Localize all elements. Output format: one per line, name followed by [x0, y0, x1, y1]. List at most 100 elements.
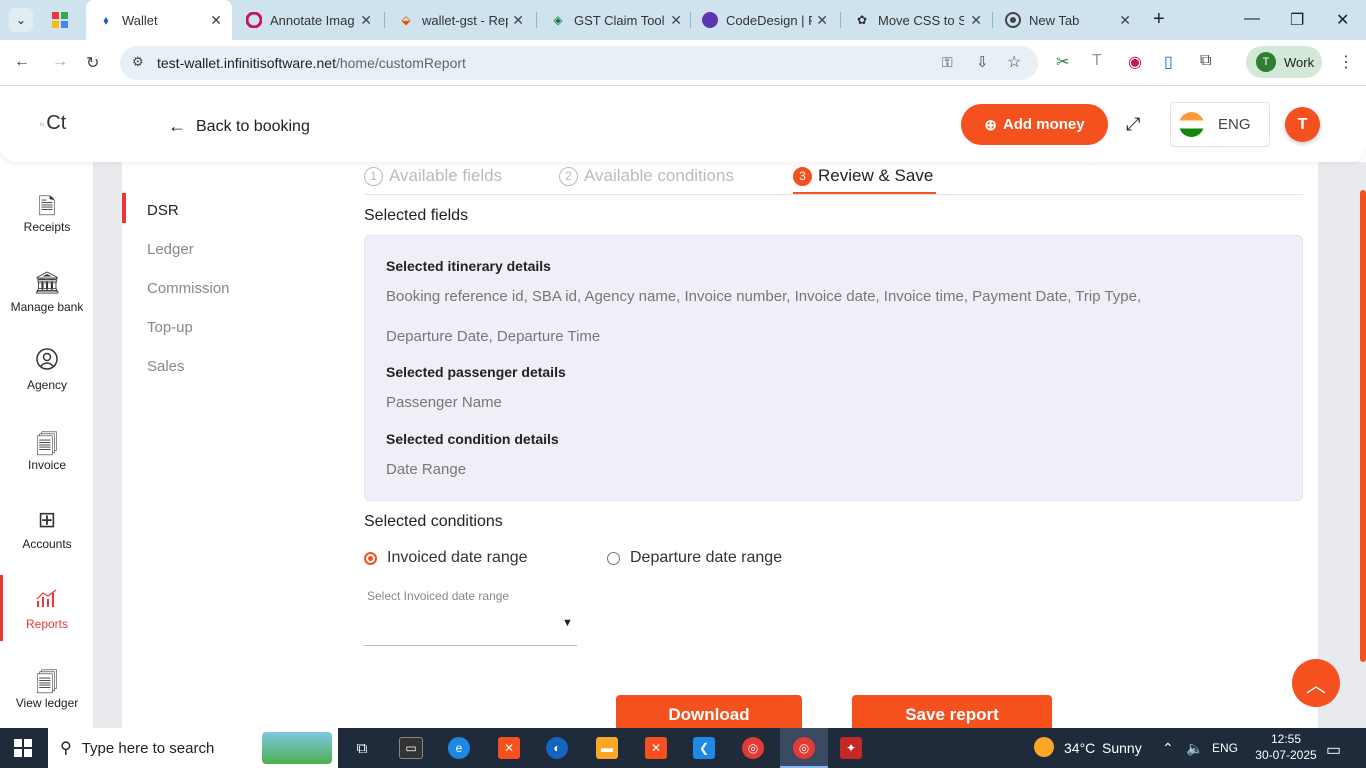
- tab-groups-icon[interactable]: [52, 12, 68, 28]
- address-bar[interactable]: ⚙ test-wallet.infinitisoftware.net/home/…: [120, 46, 1038, 80]
- site-info-icon[interactable]: ⚙: [132, 54, 144, 70]
- key-icon[interactable]: ⚿: [942, 54, 953, 71]
- search-highlight-image: [262, 732, 332, 764]
- xampp-app-icon-2[interactable]: ✕: [645, 737, 667, 759]
- nav-receipts[interactable]: 🗎 Receipts: [0, 190, 94, 234]
- pinned-app-icon[interactable]: ✦: [840, 737, 862, 759]
- company-logo[interactable]: ▫ Ct: [40, 112, 66, 135]
- nav-accounts[interactable]: ⊞ Accounts: [0, 507, 94, 551]
- notifications-icon[interactable]: ▭: [1326, 740, 1341, 760]
- tab-annotate[interactable]: Annotate Imag ✕: [246, 6, 376, 34]
- close-tab-icon[interactable]: ✕: [512, 12, 524, 29]
- close-tab-icon[interactable]: ✕: [1119, 12, 1131, 29]
- weather-text[interactable]: Sunny: [1102, 740, 1142, 756]
- close-tab-icon[interactable]: ✕: [816, 12, 828, 29]
- nav-agency[interactable]: Agency: [0, 348, 94, 392]
- new-tab-plus-icon[interactable]: +: [1153, 8, 1165, 31]
- url-text[interactable]: test-wallet.infinitisoftware.net/home/cu…: [157, 55, 466, 71]
- task-view-icon[interactable]: ⧉: [351, 737, 373, 759]
- nav-view-ledger[interactable]: 🗐 View ledger: [0, 666, 94, 710]
- install-app-icon[interactable]: ⇩: [976, 53, 989, 71]
- step-available-conditions[interactable]: 2 Available conditions: [559, 166, 734, 186]
- back-to-booking-link[interactable]: ← Back to booking: [168, 116, 310, 137]
- extension-circle-icon[interactable]: ◉: [1128, 52, 1142, 72]
- passenger-fields: Passenger Name: [386, 394, 502, 411]
- windows-start-icon[interactable]: [14, 739, 32, 762]
- browser-app-icon[interactable]: ◐: [546, 737, 568, 759]
- itinerary-heading: Selected itinerary details: [386, 258, 551, 274]
- profile-avatar: T: [1256, 52, 1276, 72]
- subnav-commission[interactable]: Commission: [147, 280, 230, 297]
- scroll-to-top-button[interactable]: ︿: [1292, 659, 1340, 707]
- extensions-puzzle-icon[interactable]: ⧉: [1200, 52, 1211, 70]
- weather-temp[interactable]: 34°C: [1064, 740, 1095, 756]
- ledger-icon: 🗐: [36, 670, 58, 695]
- forward-arrow-icon[interactable]: →: [52, 53, 68, 71]
- radio-invoiced-date-range[interactable]: Invoiced date range: [364, 549, 528, 567]
- minimize-icon[interactable]: —: [1244, 10, 1260, 28]
- vscode-app-icon[interactable]: ❮: [693, 737, 715, 759]
- step-available-fields[interactable]: 1 Available fields: [364, 166, 502, 186]
- clock[interactable]: 12:55 30-07-2025: [1252, 732, 1320, 762]
- xampp-app-icon[interactable]: ✕: [498, 737, 520, 759]
- chrome-app-icon[interactable]: ◎: [742, 737, 764, 759]
- gst-icon: ◈: [553, 13, 563, 27]
- page-scrollbar[interactable]: [1360, 190, 1366, 662]
- extension-text-icon[interactable]: T: [1092, 52, 1102, 70]
- caret-down-icon[interactable]: ▼: [562, 617, 573, 629]
- tab-move-css[interactable]: ✿ Move CSS to SC ✕: [854, 6, 986, 34]
- tab-gst-claim[interactable]: ◈ GST Claim Tool ✕: [550, 6, 686, 34]
- radio-departure-date-range[interactable]: Departure date range: [607, 549, 782, 567]
- subnav-ledger[interactable]: Ledger: [147, 241, 194, 258]
- content-gutter-right: [1318, 162, 1366, 728]
- subnav-topup[interactable]: Top-up: [147, 319, 193, 336]
- subnav-sales[interactable]: Sales: [147, 358, 185, 375]
- date-range-select[interactable]: [364, 605, 577, 645]
- edge-app-icon[interactable]: e: [448, 737, 470, 759]
- broken-image-icon: ▫: [40, 116, 45, 131]
- menu-kebab-icon[interactable]: ⋮: [1338, 52, 1354, 72]
- selected-fields-heading: Selected fields: [364, 207, 469, 224]
- wallet-icon: ⬧: [103, 12, 109, 27]
- close-tab-icon[interactable]: ✕: [670, 12, 682, 29]
- tab-search-dropdown-icon[interactable]: ⌄: [9, 8, 33, 32]
- tab-wallet-gst[interactable]: ⬙ wallet-gst - Rep ✕: [398, 6, 528, 34]
- bookmark-star-icon[interactable]: ☆: [1007, 52, 1021, 72]
- file-explorer-icon[interactable]: ▬: [596, 737, 618, 759]
- back-arrow-icon[interactable]: ←: [14, 53, 30, 71]
- bar-chart-icon: [35, 587, 59, 617]
- input-language[interactable]: ENG: [1212, 741, 1238, 755]
- close-tab-icon[interactable]: ✕: [970, 12, 982, 29]
- tab-wallet[interactable]: ⬧ Wallet ✕: [86, 0, 232, 40]
- tab-new-tab[interactable]: New Tab ✕: [1005, 6, 1135, 34]
- chrome-work-active-app[interactable]: ◎: [780, 728, 828, 768]
- add-money-button[interactable]: ⊕ Add money: [961, 104, 1108, 145]
- extension-tools-icon[interactable]: ✂: [1056, 52, 1069, 72]
- close-tab-icon[interactable]: ✕: [360, 12, 372, 29]
- subnav-dsr[interactable]: DSR: [147, 202, 179, 219]
- user-avatar[interactable]: T: [1285, 107, 1320, 142]
- profile-chip[interactable]: T Work: [1246, 46, 1322, 78]
- fullscreen-expand-icon[interactable]: ⤢: [1126, 114, 1140, 135]
- nav-manage-bank[interactable]: 🏛 Manage bank: [0, 270, 94, 314]
- volume-icon[interactable]: 🔈: [1186, 740, 1203, 757]
- tab-codedesign[interactable]: CodeDesign | F ✕: [702, 6, 832, 34]
- step-review-save[interactable]: 3 Review & Save: [793, 166, 933, 186]
- nav-reports[interactable]: Reports: [0, 587, 94, 631]
- restore-icon[interactable]: ❐: [1290, 10, 1304, 30]
- language-selector[interactable]: ENG: [1170, 102, 1270, 147]
- extension-doc-icon[interactable]: ▯: [1164, 52, 1173, 72]
- reload-icon[interactable]: ↻: [86, 53, 99, 73]
- tray-chevron-up-icon[interactable]: ⌃: [1162, 740, 1174, 757]
- selected-conditions-heading: Selected conditions: [364, 513, 503, 530]
- itinerary-fields-line1: Booking reference id, SBA id, Agency nam…: [386, 288, 1142, 305]
- content-gutter: [94, 162, 122, 728]
- nav-invoice[interactable]: 🗐 Invoice: [0, 428, 94, 472]
- close-window-icon[interactable]: ✕: [1336, 10, 1349, 30]
- weather-sun-icon[interactable]: [1034, 737, 1054, 757]
- app-header: ▫ Ct ← Back to booking ⊕ Add money ⤢ ENG…: [0, 86, 1366, 162]
- mysql-app-icon[interactable]: ▭: [399, 737, 423, 759]
- taskbar-search-input[interactable]: ⚲ Type here to search: [48, 728, 338, 768]
- active-nav-indicator: [0, 575, 3, 641]
- close-tab-icon[interactable]: ✕: [210, 12, 222, 29]
